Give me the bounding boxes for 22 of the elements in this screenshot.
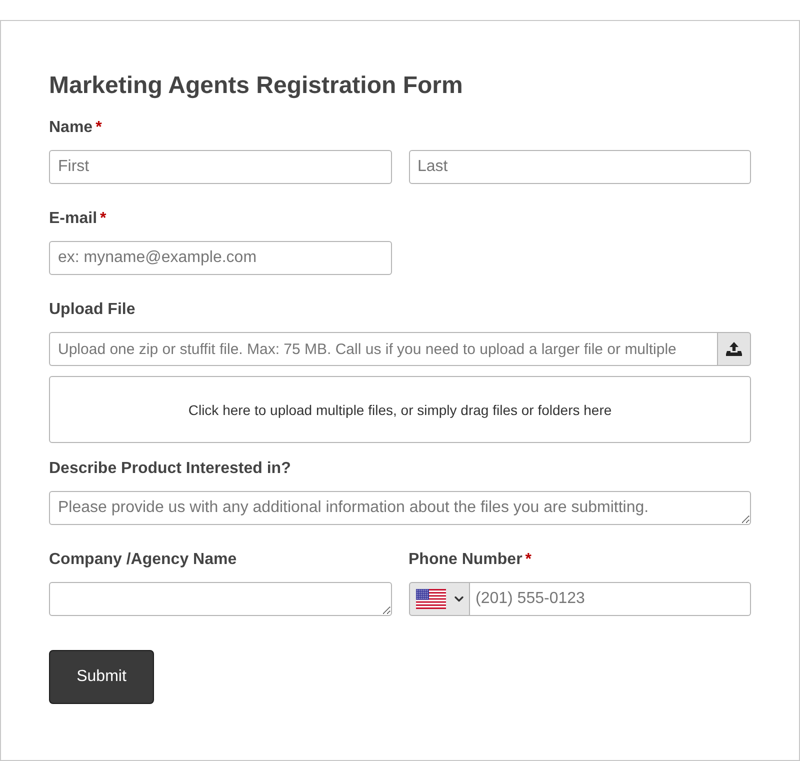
upload-file-field[interactable]: Upload one zip or stuffit file. Max: 75 MB. Call us if you need to upload a larger file or multiple (49, 332, 717, 366)
phone-field[interactable]: (201) 555-0123 (470, 582, 751, 616)
form-title: Marketing Agents Registration Form (49, 71, 464, 101)
field-label: Upload File (49, 300, 136, 320)
email-field[interactable]: ex: myname@example.com (49, 241, 392, 275)
field-label: Phone Number (408, 550, 522, 570)
submit-button[interactable]: Submit (49, 650, 154, 704)
us-flag-icon (416, 589, 446, 609)
upload-icon (726, 342, 742, 356)
country-select[interactable] (408, 582, 470, 616)
text-area[interactable]: Please provide us with any additional information about the files you are submitting. (49, 491, 751, 525)
field-label: Name (49, 118, 93, 138)
file-drop-zone[interactable]: Click here to upload multiple files, or simply drag files or folders here (49, 376, 751, 443)
field-label: Company /Agency Name (49, 550, 237, 570)
field-label: E-mail (49, 209, 98, 229)
upload-button[interactable] (717, 332, 751, 366)
name-field[interactable]: Last (408, 150, 751, 184)
required-mark: * (100, 209, 106, 229)
field-label: Describe Product Interested in? (49, 459, 291, 479)
required-mark: * (96, 118, 102, 138)
name-field[interactable]: First (49, 150, 392, 184)
required-mark: * (525, 550, 532, 570)
